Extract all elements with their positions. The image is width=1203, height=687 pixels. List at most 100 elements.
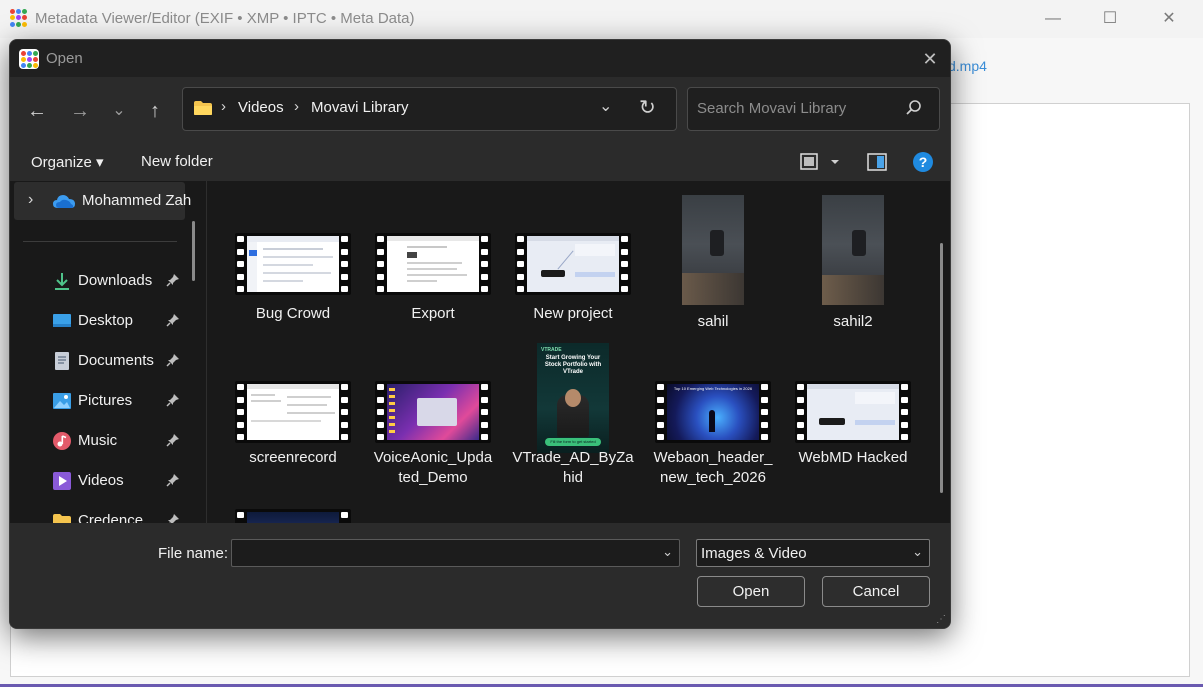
pin-icon[interactable]: [166, 313, 180, 327]
file-grid: Bug Crowd Export New project sahil sahil…: [207, 181, 937, 523]
videos-icon: [53, 472, 71, 490]
app-logo-icon: [19, 49, 39, 69]
nav-divider: [23, 241, 177, 242]
search-box[interactable]: Search Movavi Library: [687, 87, 940, 131]
organize-button[interactable]: Organize ▾: [31, 153, 104, 171]
file-item-partial[interactable]: [227, 509, 359, 523]
nav-item-credence[interactable]: Credence: [10, 503, 206, 523]
navigation-bar: ← → ⌄ ↑ › Videos › Movavi Library ⌄ ↻ Se…: [10, 77, 950, 143]
app-titlebar: Metadata Viewer/Editor (EXIF • XMP • IPT…: [0, 0, 1203, 38]
navigation-pane: › Mohammed Zah Downloads Desktop Documen…: [10, 181, 206, 523]
breadcrumb-videos[interactable]: Videos: [238, 99, 284, 116]
dialog-titlebar: Open ✕: [10, 40, 950, 77]
pin-icon[interactable]: [166, 433, 180, 447]
address-bar[interactable]: › Videos › Movavi Library ⌄ ↻: [182, 87, 677, 131]
search-input[interactable]: Search Movavi Library: [697, 100, 846, 117]
poster-thumbnail: VTRADE Start Growing Your Stock Portfoli…: [537, 343, 609, 453]
command-bar: Organize ▾ New folder ?: [10, 143, 950, 181]
file-name-label: Webaon_header_ new_tech_2026: [653, 449, 773, 486]
dialog-content: › Mohammed Zah Downloads Desktop Documen…: [10, 181, 950, 523]
back-icon[interactable]: ←: [21, 95, 53, 127]
video-thumbnail: [235, 381, 351, 443]
file-name-label: File name:: [158, 545, 229, 562]
file-name-label: VTrade_AD_ByZa hid: [512, 449, 634, 486]
search-icon: [906, 100, 921, 115]
nav-item-downloads[interactable]: Downloads: [10, 263, 206, 299]
refresh-icon[interactable]: ↻: [639, 95, 656, 120]
file-item-export[interactable]: Export: [367, 233, 499, 333]
chevron-down-icon[interactable]: ⌄: [662, 544, 673, 560]
download-icon: [55, 273, 69, 290]
nav-item-documents[interactable]: Documents: [10, 343, 206, 379]
app-title: Metadata Viewer/Editor (EXIF • XMP • IPT…: [35, 10, 415, 27]
file-item-new-project[interactable]: New project: [507, 233, 639, 333]
desktop-icon: [53, 314, 71, 327]
cancel-button[interactable]: Cancel: [822, 576, 930, 607]
file-item-voiceaonic-updated-demo[interactable]: VoiceAonic_Upda ted_Demo: [367, 381, 499, 491]
chevron-down-icon: ⌄: [912, 544, 923, 559]
open-dialog: Open ✕ ← → ⌄ ↑ › Videos › Movavi Library…: [9, 39, 951, 629]
file-name-field[interactable]: ⌄: [231, 539, 680, 567]
dialog-close-button[interactable]: ✕: [918, 47, 942, 71]
open-button[interactable]: Open: [697, 576, 805, 607]
portrait-thumbnail: [682, 195, 744, 305]
close-window-button[interactable]: ✕: [1146, 6, 1192, 32]
file-item-screenrecord[interactable]: screenrecord: [227, 381, 359, 481]
pin-icon[interactable]: [166, 513, 180, 523]
portrait-thumbnail: [822, 195, 884, 305]
music-icon: [53, 432, 71, 450]
nav-item-label: Documents: [78, 352, 154, 369]
file-link[interactable]: d.mp4: [948, 58, 987, 74]
file-name-label: screenrecord: [249, 449, 337, 466]
file-grid-scrollbar[interactable]: [940, 243, 943, 493]
pin-icon[interactable]: [166, 273, 180, 287]
preview-pane-icon[interactable]: [866, 151, 888, 173]
pin-icon[interactable]: [166, 473, 180, 487]
folder-icon: [53, 514, 71, 523]
minimize-button[interactable]: —: [1030, 6, 1076, 32]
address-history-chevron-icon[interactable]: ⌄: [599, 96, 612, 116]
dialog-footer: File name: ⌄ Images & Video ⌄ Open Cance…: [10, 523, 950, 628]
pin-icon[interactable]: [166, 353, 180, 367]
breadcrumb-movavi-library[interactable]: Movavi Library: [311, 99, 409, 116]
recent-locations-icon[interactable]: ⌄: [103, 95, 135, 127]
resize-grip-icon[interactable]: ⋰: [936, 614, 946, 625]
pin-icon[interactable]: [166, 393, 180, 407]
video-thumbnail: Top 10 Emerging Web Technologies in 2026: [655, 381, 771, 443]
file-item-webaon-header[interactable]: Top 10 Emerging Web Technologies in 2026…: [647, 381, 779, 491]
expand-chevron-icon[interactable]: ›: [28, 191, 33, 209]
file-type-value: Images & Video: [701, 545, 807, 562]
file-item-sahil2[interactable]: sahil2: [787, 195, 919, 333]
nav-item-label: Downloads: [78, 272, 153, 289]
file-item-vtrade-ad[interactable]: VTRADE Start Growing Your Stock Portfoli…: [507, 343, 639, 493]
file-item-webmd-hacked[interactable]: WebMD Hacked: [787, 381, 919, 481]
file-item-bug-crowd[interactable]: Bug Crowd: [227, 233, 359, 333]
nav-item-pictures[interactable]: Pictures: [10, 383, 206, 419]
nav-item-label: Desktop: [78, 312, 134, 329]
file-name-label: WebMD Hacked: [798, 449, 908, 466]
nav-item-videos[interactable]: Videos: [10, 463, 206, 499]
video-thumbnail: [375, 381, 491, 443]
nav-item-label: Credence: [78, 512, 144, 523]
file-name-label: New project: [533, 305, 613, 322]
forward-icon[interactable]: →: [64, 95, 96, 127]
documents-icon: [55, 352, 69, 370]
dialog-title: Open: [46, 50, 83, 67]
nav-item-label: Pictures: [78, 392, 133, 409]
nav-item-music[interactable]: Music: [10, 423, 206, 459]
nav-item-desktop[interactable]: Desktop: [10, 303, 206, 339]
help-icon[interactable]: ?: [912, 151, 934, 173]
up-icon[interactable]: ↑: [139, 95, 171, 127]
nav-item-label: Mohammed Zah: [82, 192, 192, 209]
video-thumbnail: [235, 233, 351, 295]
new-folder-button[interactable]: New folder: [141, 153, 213, 170]
file-name-label: sahil2: [833, 313, 873, 330]
nav-item-label: Videos: [78, 472, 124, 489]
maximize-button[interactable]: ☐: [1087, 6, 1133, 32]
file-item-sahil[interactable]: sahil: [647, 195, 779, 333]
file-type-select[interactable]: Images & Video ⌄: [696, 539, 930, 567]
view-options-icon[interactable]: [799, 151, 843, 173]
pictures-icon: [53, 393, 71, 409]
nav-item-onedrive[interactable]: › Mohammed Zah: [14, 182, 191, 220]
breadcrumb-separator: ›: [294, 98, 299, 115]
